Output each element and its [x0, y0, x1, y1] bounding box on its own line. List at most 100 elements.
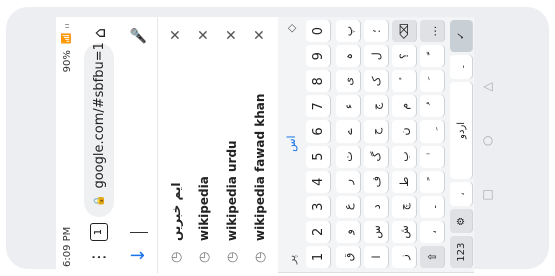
key[interactable]: ٔ — [392, 70, 416, 93]
history-icon: ◷ — [252, 251, 268, 263]
nav-back-icon[interactable]: ◁ — [478, 79, 498, 93]
key[interactable]: ُ — [420, 95, 444, 118]
key[interactable]: س — [364, 220, 388, 243]
key[interactable]: پ — [336, 20, 360, 43]
language-indicator: اس — [284, 135, 298, 152]
key[interactable]: چ — [392, 195, 416, 218]
keyboard-toolbar: پر اس ◇ — [278, 17, 304, 272]
comma-key[interactable]: ، — [450, 181, 472, 207]
key[interactable]: َ — [420, 70, 444, 93]
url-field[interactable]: 🔒 google.com/#sbfbu=1& — [84, 43, 114, 217]
menu-icon[interactable]: ⋮ — [89, 247, 108, 267]
key[interactable]: ک — [364, 70, 388, 93]
key[interactable]: ز — [392, 245, 416, 268]
key[interactable]: ا — [364, 245, 388, 268]
key[interactable]: ؛ — [364, 20, 388, 43]
home-icon[interactable]: ⌂ — [90, 23, 109, 43]
key-8[interactable]: 8 — [306, 70, 330, 93]
period-key[interactable]: ۔ — [450, 54, 472, 79]
signal-icon: 📶 ᵢₗ — [62, 23, 72, 45]
emoji-key[interactable]: پر — [285, 255, 298, 264]
key-9[interactable]: 9 — [306, 45, 330, 68]
key[interactable]: ر — [336, 170, 360, 193]
rotated-content: 6:09 PM 90% 📶 ᵢₗ ⋮ 1 🔒 google.com/#sbfbu… — [56, 17, 474, 273]
key-5[interactable]: 5 — [306, 145, 330, 168]
key[interactable]: ب — [392, 145, 416, 168]
remove-suggestion-icon[interactable]: ✕ — [168, 27, 184, 43]
suggestion-item[interactable]: ◷ ایم خبریں ✕ — [162, 17, 190, 273]
settings-key[interactable]: ⚙ — [450, 209, 472, 234]
key-0[interactable]: 0 — [306, 20, 330, 43]
nav-recents-icon[interactable]: □ — [478, 187, 498, 201]
key[interactable]: م — [392, 95, 416, 118]
space-key[interactable]: اردو — [450, 81, 472, 179]
screen: 6:09 PM 90% 📶 ᵢₗ ⋮ 1 🔒 google.com/#sbfbu… — [56, 17, 474, 273]
key[interactable]: گ — [364, 145, 388, 168]
key[interactable]: ل — [364, 45, 388, 68]
bottom-row: 123 ⚙ ، اردو ۔ ✓ — [450, 20, 472, 268]
key[interactable]: ؟ — [392, 45, 416, 68]
letter-row-1: ق و ع ر ت ے ء ی ہ پ — [336, 20, 360, 268]
key[interactable]: و — [336, 220, 360, 243]
key-7[interactable]: 7 — [306, 95, 330, 118]
keyboard: پر اس ◇ 1 2 3 4 5 6 7 8 9 0 ق و ع ر ت ے … — [278, 17, 474, 273]
mode-key[interactable]: 123 — [450, 236, 472, 268]
back-arrow-icon[interactable]: ↓ — [128, 237, 149, 263]
suggestion-text: wikipedia fawad khan — [253, 93, 267, 241]
suggestion-item[interactable]: ◷ wikipedia urdu ✕ — [218, 17, 246, 273]
key[interactable]: ِ — [420, 120, 444, 143]
mic-icon[interactable]: 🎤 — [131, 27, 147, 44]
search-row: ↓ 🎤 — [120, 17, 158, 273]
key[interactable]: ء — [336, 95, 360, 118]
navigation-bar: ◁ ○ □ — [478, 47, 498, 247]
suggestion-item[interactable]: ◷ wikipedia ✕ — [190, 17, 218, 273]
key[interactable]: ع — [336, 195, 360, 218]
key[interactable]: ہ — [336, 45, 360, 68]
nav-home-icon[interactable]: ○ — [478, 133, 498, 147]
lock-icon: 🔒 — [93, 194, 105, 207]
url-text: google.com/#sbfbu=1& — [91, 43, 107, 189]
battery-text: 90% — [61, 50, 73, 73]
history-icon: ◷ — [196, 251, 212, 263]
key[interactable]: ٰ — [420, 145, 444, 168]
collapse-icon[interactable]: ◇ — [285, 24, 298, 32]
key-6[interactable]: 6 — [306, 120, 330, 143]
key-1[interactable]: 1 — [306, 245, 330, 268]
key[interactable]: ن — [392, 120, 416, 143]
key[interactable]: ے — [336, 120, 360, 143]
key-4[interactable]: 4 — [306, 170, 330, 193]
key[interactable]: ف — [364, 170, 388, 193]
key[interactable]: ج — [364, 95, 388, 118]
history-icon: ◷ — [168, 251, 184, 263]
key-2[interactable]: 2 — [306, 220, 330, 243]
backspace-key[interactable]: ⌫ — [392, 20, 416, 43]
remove-suggestion-icon[interactable]: ✕ — [196, 27, 212, 43]
key[interactable]: ّ — [420, 45, 444, 68]
suggestion-item[interactable]: ◷ wikipedia fawad khan ✕ — [246, 17, 274, 273]
letter-row-3: ز ش چ ط ب ن م ٔ ؟ ⌫ — [392, 20, 416, 268]
search-input[interactable] — [129, 232, 148, 233]
status-bar: 6:09 PM 90% 📶 ᵢₗ — [56, 17, 78, 273]
tabs-button[interactable]: 1 — [90, 223, 108, 241]
key[interactable]: ۔ — [420, 195, 444, 218]
key[interactable]: ی — [336, 70, 360, 93]
key[interactable]: د — [364, 195, 388, 218]
key[interactable]: ، — [420, 220, 444, 243]
key[interactable]: ً — [420, 170, 444, 193]
enter-key[interactable]: ✓ — [450, 20, 472, 52]
suggestion-text: wikipedia urdu — [225, 140, 239, 241]
letter-row-4: ⇧ ، ۔ ً ٰ ِ ُ َ ّ … — [420, 20, 444, 268]
key[interactable]: ق — [336, 245, 360, 268]
key[interactable]: ح — [364, 120, 388, 143]
history-icon: ◷ — [224, 251, 240, 263]
key[interactable]: ش — [392, 220, 416, 243]
suggestion-text: ایم خبریں — [169, 182, 183, 241]
status-time: 6:09 PM — [61, 226, 73, 267]
key[interactable]: ط — [392, 170, 416, 193]
remove-suggestion-icon[interactable]: ✕ — [252, 27, 268, 43]
shift-key[interactable]: ⇧ — [420, 245, 444, 268]
punct-key[interactable]: … — [420, 20, 444, 43]
key-3[interactable]: 3 — [306, 195, 330, 218]
key[interactable]: ت — [336, 145, 360, 168]
remove-suggestion-icon[interactable]: ✕ — [224, 27, 240, 43]
